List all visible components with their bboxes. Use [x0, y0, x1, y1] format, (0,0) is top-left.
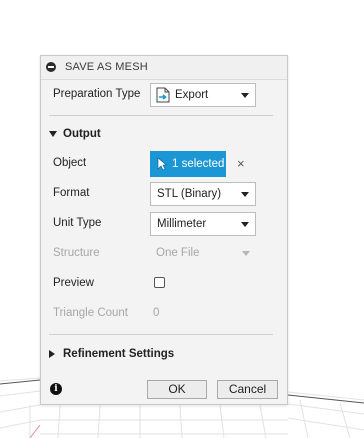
- format-row: Format STL (Binary): [41, 181, 287, 207]
- preparation-type-value: Export: [175, 89, 209, 101]
- unit-type-row: Unit Type Millimeter: [41, 211, 287, 237]
- preparation-type-label: Preparation Type: [53, 88, 141, 100]
- expand-arrow-icon: [49, 130, 57, 137]
- unit-type-label: Unit Type: [53, 217, 102, 229]
- structure-value: One File: [156, 247, 200, 259]
- chevron-down-icon: [241, 93, 249, 98]
- chevron-down-icon: [241, 192, 249, 197]
- chevron-down-icon: [242, 251, 250, 256]
- refinement-settings-title: Refinement Settings: [63, 348, 175, 360]
- collapse-dialog-icon[interactable]: [46, 62, 56, 72]
- refinement-settings-header[interactable]: Refinement Settings: [49, 348, 174, 360]
- divider: [49, 115, 273, 116]
- structure-dropdown: One File: [150, 242, 256, 266]
- object-selected-count: 1 selected: [172, 158, 225, 170]
- preview-checkbox[interactable]: [154, 277, 165, 288]
- triangle-count-label: Triangle Count: [53, 307, 129, 319]
- divider: [49, 334, 273, 335]
- format-label: Format: [53, 187, 90, 199]
- structure-row: Structure One File: [41, 241, 287, 267]
- ok-button[interactable]: OK: [147, 380, 207, 399]
- preview-label: Preview: [53, 277, 94, 289]
- chevron-down-icon: [241, 222, 249, 227]
- dialog-title: SAVE AS MESH: [65, 61, 148, 73]
- clear-selection-icon[interactable]: ×: [237, 156, 245, 171]
- preparation-type-dropdown[interactable]: Export: [150, 83, 256, 107]
- output-section-title: Output: [63, 128, 101, 140]
- unit-type-dropdown[interactable]: Millimeter: [150, 212, 256, 236]
- triangle-count-row: Triangle Count 0: [41, 301, 287, 327]
- output-section-header[interactable]: Output: [49, 128, 101, 140]
- unit-type-value: Millimeter: [157, 218, 207, 230]
- object-select-button[interactable]: 1 selected: [150, 151, 226, 177]
- preparation-type-row: Preparation Type Export: [41, 82, 287, 108]
- export-file-icon: [156, 87, 170, 103]
- info-icon[interactable]: i: [50, 383, 62, 395]
- object-label: Object: [53, 157, 87, 169]
- collapse-arrow-icon: [49, 349, 55, 358]
- save-as-mesh-dialog: SAVE AS MESH Preparation Type Export Out…: [40, 55, 288, 405]
- cancel-button[interactable]: Cancel: [217, 380, 278, 399]
- format-dropdown[interactable]: STL (Binary): [150, 182, 256, 206]
- dialog-footer: i OK Cancel: [41, 373, 287, 405]
- triangle-count-value: 0: [153, 307, 160, 319]
- format-value: STL (Binary): [157, 188, 222, 200]
- preview-row: Preview: [41, 271, 287, 297]
- dialog-title-bar[interactable]: SAVE AS MESH: [41, 56, 287, 80]
- object-row: Object 1 selected ×: [41, 151, 287, 177]
- structure-label: Structure: [53, 247, 100, 259]
- cursor-arrow-icon: [157, 157, 167, 171]
